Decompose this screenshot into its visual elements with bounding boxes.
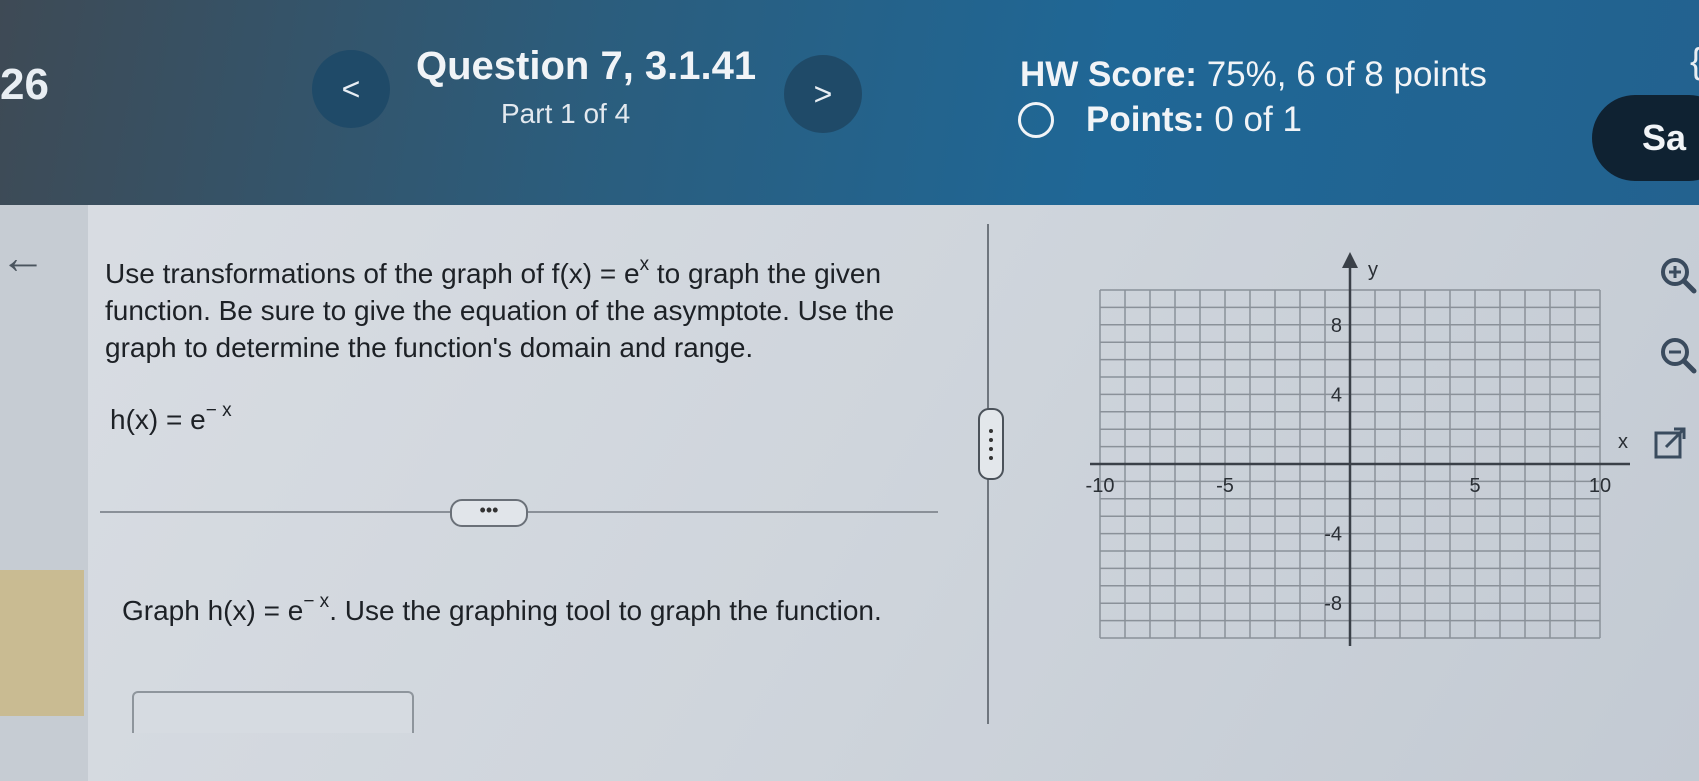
settings-icon[interactable]: {	[1690, 40, 1699, 82]
y-axis-arrow	[1342, 252, 1358, 268]
points-label: Points:	[1086, 100, 1205, 139]
zoom-out-icon[interactable]	[1658, 335, 1698, 375]
x-tick-label: -10	[1086, 475, 1115, 497]
hw-score-value: 75%, 6 of 8 points	[1206, 55, 1487, 94]
status-circle-icon	[1018, 102, 1054, 138]
save-button[interactable]: Sa	[1592, 95, 1699, 181]
pane-resize-handle[interactable]	[978, 408, 1004, 480]
graphing-tool[interactable]: x y -10 -5 5 10 8 4 -4 -8	[1070, 248, 1630, 668]
x-axis-label: x	[1618, 431, 1628, 453]
x-tick-label: 10	[1589, 475, 1611, 497]
y-axis-label: y	[1368, 259, 1378, 281]
y-tick-label: -8	[1324, 593, 1342, 615]
header-bar: 26 < Question 7, 3.1.41 Part 1 of 4 > HW…	[0, 0, 1699, 205]
question-part: Part 1 of 4	[501, 98, 631, 129]
hw-score: HW Score: 75%, 6 of 8 points	[1020, 55, 1487, 95]
zoom-in-icon[interactable]	[1658, 255, 1698, 295]
y-tick-label: -4	[1324, 524, 1342, 546]
graph-instruction: Graph h(x) = e− x. Use the graphing tool…	[122, 591, 882, 626]
x-tick-label: 5	[1469, 475, 1480, 497]
problem-statement: Use transformations of the graph of f(x)…	[105, 254, 895, 363]
question-number-fragment: 26	[0, 60, 49, 109]
previous-question-button[interactable]: <	[312, 50, 390, 128]
popout-icon[interactable]	[1652, 425, 1688, 461]
y-tick-label: 8	[1331, 315, 1342, 337]
chevron-right-icon: >	[813, 75, 833, 112]
next-question-button[interactable]: >	[784, 55, 862, 133]
points-value: 0 of 1	[1214, 100, 1302, 139]
sidebar-highlight	[0, 570, 84, 716]
y-tick-label: 4	[1331, 384, 1342, 406]
back-arrow-icon[interactable]: ←	[0, 230, 46, 284]
chevron-left-icon: <	[341, 70, 361, 107]
answer-input-box[interactable]	[132, 691, 414, 733]
question-title: Question 7, 3.1.41	[416, 44, 757, 88]
points-status: Points: 0 of 1	[1018, 100, 1302, 140]
show-more-button[interactable]: •••	[450, 499, 528, 527]
hw-score-label: HW Score:	[1020, 55, 1197, 94]
function-expression: h(x) = e− x	[110, 400, 232, 435]
x-tick-label: -5	[1216, 475, 1234, 497]
